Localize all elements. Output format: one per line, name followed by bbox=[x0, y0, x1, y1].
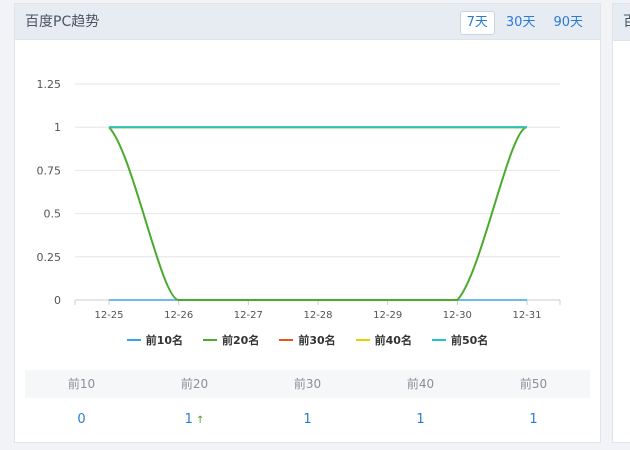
stats-value-top20[interactable]: 1 ↑ bbox=[138, 398, 251, 442]
adjacent-panel-title: 百 bbox=[613, 4, 630, 41]
panel-title: 百度PC趋势 bbox=[25, 14, 100, 30]
legend-label: 前50名 bbox=[450, 334, 489, 347]
x-tick-label: 12-28 bbox=[303, 310, 332, 321]
stats-value-top50[interactable]: 1 bbox=[477, 398, 590, 442]
rank-stats-table: 前10 前20 前30 前40 前50 0 1 ↑ 1 1 1 bbox=[25, 370, 590, 442]
baidu-pc-trend-panel: 百度PC趋势 7天 30天 90天 0 0.25 0.5 0.75 1 1.25 12-25… bbox=[14, 3, 601, 443]
stats-header-top50: 前50 bbox=[519, 377, 548, 391]
legend-swatch bbox=[431, 339, 446, 341]
x-tick-label: 12-29 bbox=[373, 310, 402, 321]
panel-header: 百度PC趋势 7天 30天 90天 bbox=[15, 4, 600, 40]
legend-swatch bbox=[203, 339, 218, 341]
legend-label: 前20名 bbox=[222, 334, 260, 347]
legend-label: 前30名 bbox=[298, 334, 336, 347]
up-arrow-icon: ↑ bbox=[195, 415, 205, 426]
legend-label: 前10名 bbox=[145, 334, 184, 347]
y-tick-label: 1 bbox=[54, 121, 61, 134]
adjacent-panel: 百 bbox=[612, 3, 630, 443]
stats-header-top40: 前40 bbox=[406, 377, 435, 391]
trend-line-chart: 0 0.25 0.5 0.75 1 1.25 12-25 12-26 12-27 12-28 12-… bbox=[37, 78, 561, 321]
legend-swatch bbox=[279, 339, 294, 341]
stats-header-top30: 前30 bbox=[293, 377, 322, 391]
x-tick-label: 12-27 bbox=[234, 310, 263, 321]
y-tick-label: 0.5 bbox=[44, 208, 62, 221]
stats-value-top40[interactable]: 1 bbox=[364, 398, 477, 442]
tab-7-days[interactable]: 7天 bbox=[459, 11, 495, 35]
y-tick-label: 0.75 bbox=[37, 164, 62, 177]
range-tabs: 7天 30天 90天 bbox=[459, 11, 590, 35]
stats-value-top30[interactable]: 1 bbox=[251, 398, 364, 442]
legend-swatch bbox=[355, 339, 370, 341]
legend-swatch bbox=[126, 339, 141, 341]
x-tick-label: 12-30 bbox=[443, 310, 472, 321]
x-tick-label: 12-25 bbox=[94, 310, 123, 321]
legend-item-top50[interactable]: 前50名 bbox=[431, 332, 489, 348]
tab-30-days[interactable]: 30天 bbox=[499, 11, 543, 35]
y-tick-label: 0 bbox=[54, 294, 61, 307]
stats-value-top10[interactable]: 0 bbox=[25, 398, 138, 442]
y-tick-label: 0.25 bbox=[37, 251, 62, 264]
stats-header-row: 前10 前20 前30 前40 前50 bbox=[25, 370, 590, 398]
legend-item-top30[interactable]: 前30名 bbox=[279, 332, 336, 348]
legend-item-top10[interactable]: 前10名 bbox=[126, 332, 184, 348]
stats-header-top10: 前10 bbox=[67, 377, 96, 391]
chart-legend: 前10名 前20名 前30名 前40名 前50名 bbox=[15, 332, 600, 348]
stats-value-row: 0 1 ↑ 1 1 1 bbox=[25, 398, 590, 442]
legend-label: 前40名 bbox=[374, 334, 412, 347]
tab-90-days[interactable]: 90天 bbox=[546, 11, 590, 35]
stats-header-top20: 前20 bbox=[180, 377, 209, 391]
y-tick-label: 1.25 bbox=[37, 78, 62, 91]
x-tick-label: 12-31 bbox=[512, 310, 541, 321]
legend-item-top40[interactable]: 前40名 bbox=[355, 332, 412, 348]
legend-item-top20[interactable]: 前20名 bbox=[203, 332, 259, 348]
x-tick-label: 12-26 bbox=[164, 310, 193, 321]
